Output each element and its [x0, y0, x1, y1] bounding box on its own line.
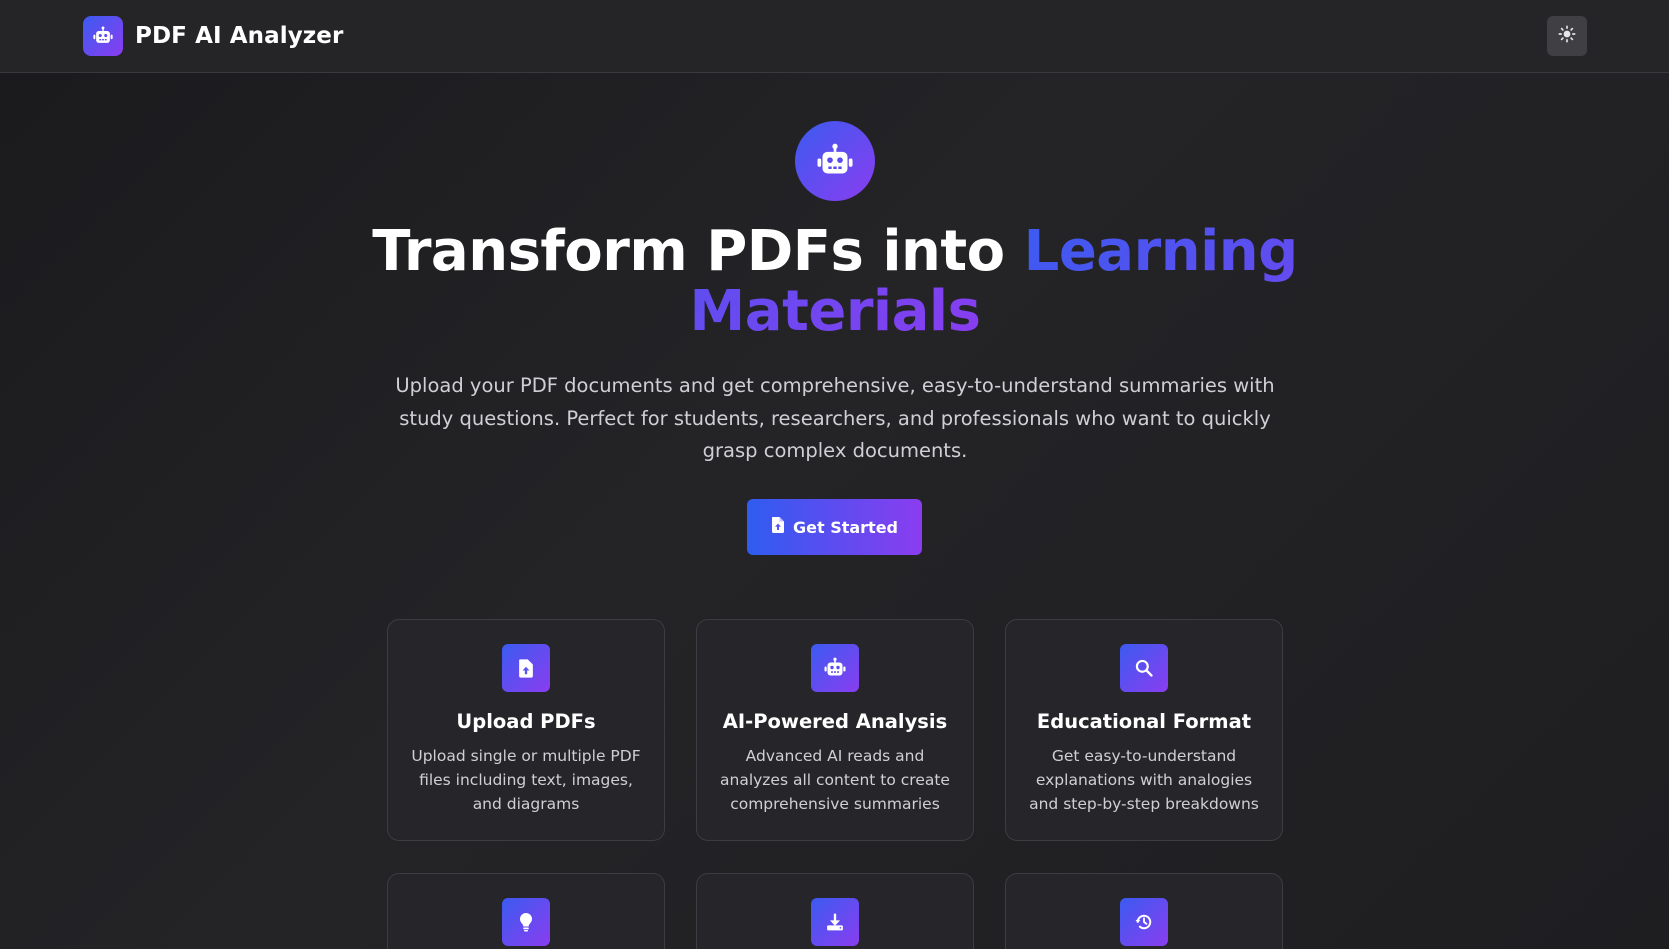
feature-card-upload: Upload PDFs Upload single or multiple PD…: [387, 619, 665, 841]
theme-toggle-button[interactable]: [1547, 16, 1587, 56]
feature-description: Get easy-to-understand explanations with…: [1029, 747, 1259, 813]
sun-icon: [1558, 25, 1576, 47]
history-icon: [1120, 898, 1168, 946]
get-started-label: Get Started: [792, 517, 898, 537]
feature-description: Upload single or multiple PDF files incl…: [411, 747, 641, 813]
app-name: PDF AI Analyzer: [135, 23, 344, 49]
download-icon: [811, 898, 859, 946]
brand[interactable]: PDF AI Analyzer: [83, 16, 343, 56]
robot-icon: [811, 644, 859, 692]
search-icon: [1120, 644, 1168, 692]
feature-card-ai-analysis: AI-Powered Analysis Advanced AI reads an…: [696, 619, 974, 841]
lightbulb-icon: [502, 898, 550, 946]
robot-icon: [795, 121, 875, 201]
robot-icon: [83, 16, 123, 56]
file-upload-icon: [771, 517, 785, 537]
hero-title: Transform PDFs into Learning Materials: [335, 222, 1335, 342]
feature-card-educational: Educational Format Get easy-to-understan…: [1005, 619, 1283, 841]
feature-card-download: [696, 873, 974, 949]
get-started-button[interactable]: Get Started: [747, 499, 922, 555]
hero-title-plain: Transform PDFs into: [372, 219, 1024, 284]
feature-title: Educational Format: [1036, 710, 1252, 733]
file-upload-icon: [502, 644, 550, 692]
feature-card-history: [1005, 873, 1283, 949]
feature-description: Advanced AI reads and analyzes all conte…: [720, 747, 950, 813]
feature-card-insights: [387, 873, 665, 949]
feature-title: AI-Powered Analysis: [722, 710, 948, 733]
feature-title: Upload PDFs: [456, 710, 596, 733]
hero-subtitle: Upload your PDF documents and get compre…: [395, 374, 1275, 462]
navbar: PDF AI Analyzer: [0, 0, 1669, 73]
